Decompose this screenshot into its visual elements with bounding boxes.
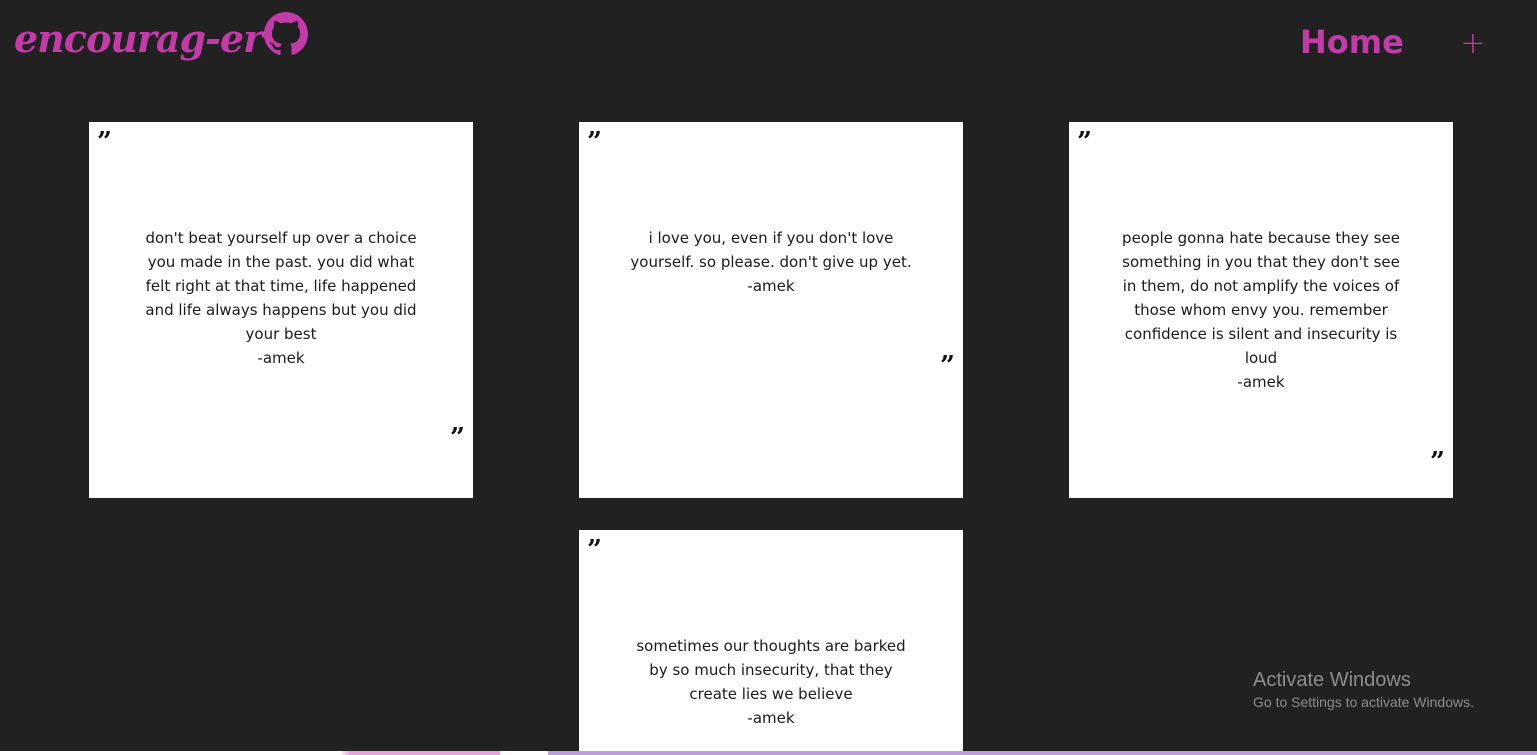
quote-content: don't beat yourself up over a choice you… (139, 226, 423, 370)
quote-author: -amek (257, 349, 305, 367)
quote-card: ” people gonna hate because they see som… (1069, 122, 1453, 498)
quote-body: don't beat yourself up over a choice you… (145, 229, 417, 343)
quote-card: ” don't beat yourself up over a choice y… (89, 122, 473, 498)
quote-body: i love you, even if you don't love yours… (630, 229, 912, 271)
activation-watermark: Activate Windows Go to Settings to activ… (1253, 667, 1474, 711)
quote-author: -amek (747, 709, 795, 727)
watermark-title: Activate Windows (1253, 669, 1411, 691)
quote-open-icon: ” (587, 127, 602, 157)
quote-close-icon: ” (1430, 447, 1445, 477)
quote-author: -amek (747, 277, 795, 295)
quote-content: i love you, even if you don't love yours… (629, 226, 913, 298)
quote-body: people gonna hate because they see somet… (1122, 229, 1400, 367)
quote-close-icon: ” (450, 423, 465, 453)
quote-body: sometimes our thoughts are barked by so … (636, 637, 906, 703)
quote-open-icon: ” (97, 127, 112, 157)
nav-home-link[interactable]: Home (1300, 20, 1404, 64)
taskbar-edge (0, 751, 1537, 755)
watermark-subtitle: Go to Settings to activate Windows. (1253, 694, 1474, 710)
quote-author: -amek (1237, 373, 1285, 391)
quote-card: ” i love you, even if you don't love you… (579, 122, 963, 498)
add-quote-button[interactable]: + (1458, 24, 1488, 64)
quote-content: sometimes our thoughts are barked by so … (629, 634, 913, 730)
quote-open-icon: ” (587, 535, 602, 565)
github-icon[interactable] (264, 12, 308, 56)
quote-close-icon: ” (940, 351, 955, 381)
quote-content: people gonna hate because they see somet… (1119, 226, 1403, 394)
quote-open-icon: ” (1077, 127, 1092, 157)
brand-logo-text[interactable]: encourag-er (14, 10, 263, 68)
quote-card: ” sometimes our thoughts are barked by s… (579, 530, 963, 755)
